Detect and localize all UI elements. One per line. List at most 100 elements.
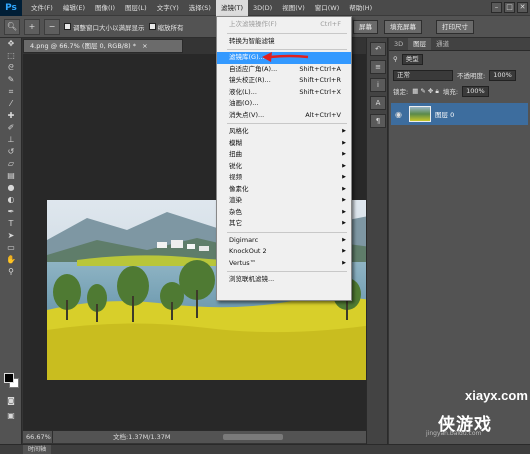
zoom-all-checkbox[interactable]: 缩放所有	[148, 22, 184, 32]
shape-tool-icon[interactable]: ▭	[2, 242, 20, 254]
menu-item-sharpen[interactable]: 锐化 ▶	[217, 161, 351, 173]
screen-button[interactable]: 屏幕	[353, 20, 378, 34]
tab-3d[interactable]: 3D	[389, 38, 408, 50]
menu-image[interactable]: 图像(I)	[90, 0, 120, 16]
menu-item-digimarc[interactable]: Digimarc ▶	[217, 235, 351, 247]
zoom-out-icon[interactable]: −	[44, 18, 60, 35]
menu-item-video[interactable]: 视频 ▶	[217, 172, 351, 184]
checkbox-box[interactable]	[64, 23, 71, 30]
menu-type[interactable]: 文字(Y)	[152, 0, 184, 16]
menu-separator	[227, 49, 347, 50]
menu-item-other[interactable]: 其它 ▶	[217, 218, 351, 230]
info-panel-icon[interactable]: i	[370, 78, 386, 92]
lock-icon[interactable]: ▦ ✎ ✥ 🔒︎	[412, 87, 439, 96]
submenu-arrow-icon: ▶	[342, 208, 346, 215]
menu-item-stylize[interactable]: 风格化 ▶	[217, 126, 351, 138]
clone-stamp-tool-icon[interactable]: ⊥	[2, 134, 20, 146]
fill-label: 填充:	[442, 88, 459, 96]
menu-item-pixelate[interactable]: 像素化 ▶	[217, 184, 351, 196]
menu-item-last-filter[interactable]: 上次滤镜操作(F) Ctrl+F	[217, 19, 351, 31]
menu-item-smart-filter[interactable]: 转换为智能滤镜	[217, 36, 351, 48]
tab-channels[interactable]: 通道	[431, 38, 454, 50]
horizontal-scrollbar[interactable]	[223, 434, 283, 440]
menu-item-lens-correction[interactable]: 镜头校正(R)... Shift+Ctrl+R	[217, 75, 351, 87]
zoom-tool-icon[interactable]: ⚲	[2, 266, 20, 278]
dodge-tool-icon[interactable]: ◐	[2, 194, 20, 206]
gradient-tool-icon[interactable]: ▤	[2, 170, 20, 182]
tab-layers[interactable]: 图层	[408, 38, 432, 50]
document-tab[interactable]: 4.png @ 66.7% (图层 0, RGB/8) * ×	[23, 39, 183, 53]
healing-brush-tool-icon[interactable]: ✚	[2, 110, 20, 122]
eraser-tool-icon[interactable]: ▱	[2, 158, 20, 170]
menu-item-label: 上次滤镜操作(F)	[229, 20, 277, 28]
menu-item-blur[interactable]: 模糊 ▶	[217, 138, 351, 150]
history-panel-icon[interactable]: ↶	[370, 42, 386, 56]
menu-file[interactable]: 文件(F)	[26, 0, 58, 16]
menu-item-noise[interactable]: 杂色 ▶	[217, 207, 351, 219]
crop-tool-icon[interactable]: ⌗	[2, 86, 20, 98]
screen-mode-icon[interactable]: ▣	[2, 410, 20, 422]
menu-help[interactable]: 帮助(H)	[344, 0, 377, 16]
close-document-icon[interactable]: ×	[142, 42, 147, 50]
menu-item-liquify[interactable]: 液化(L)... Shift+Ctrl+X	[217, 87, 351, 99]
move-tool-icon[interactable]: ✥	[2, 38, 20, 50]
layer-name[interactable]: 图层 0	[435, 109, 454, 119]
marquee-tool-icon[interactable]: ⬚	[2, 50, 20, 62]
menu-3d[interactable]: 3D(D)	[248, 0, 277, 16]
print-size-button[interactable]: 打印尺寸	[436, 20, 474, 34]
zoom-in-icon[interactable]: +	[24, 18, 40, 35]
menu-item-oil-paint[interactable]: 油画(O)...	[217, 98, 351, 110]
blend-mode-select[interactable]: 正常	[393, 69, 453, 81]
zoom-tool-icon[interactable]: 🔍︎	[4, 18, 20, 35]
menu-item-adaptive-wide-angle[interactable]: 自适应广角(A)... Shift+Ctrl+A	[217, 64, 351, 76]
timeline-tab[interactable]: 时间轴	[23, 445, 52, 454]
menu-item-label: 扭曲	[229, 150, 242, 158]
menu-item-label: 转换为智能滤镜	[229, 36, 275, 45]
resize-window-label: 调整窗口大小以满屏显示	[73, 23, 145, 32]
menu-item-distort[interactable]: 扭曲 ▶	[217, 149, 351, 161]
paragraph-panel-icon[interactable]: ¶	[370, 114, 386, 128]
blur-tool-icon[interactable]: ●	[2, 182, 20, 194]
foreground-color-swatch[interactable]	[4, 373, 14, 383]
quick-select-tool-icon[interactable]: ✎	[2, 74, 20, 86]
menu-item-render[interactable]: 渲染 ▶	[217, 195, 351, 207]
menu-edit[interactable]: 编辑(E)	[58, 0, 90, 16]
close-window-button[interactable]: ✕	[517, 2, 528, 13]
menu-window[interactable]: 窗口(W)	[310, 0, 345, 16]
restore-button[interactable]: □	[504, 2, 515, 13]
layer-row[interactable]: ◉ 图层 0	[391, 103, 528, 125]
menu-view[interactable]: 视图(V)	[277, 0, 310, 16]
brush-tool-icon[interactable]: ✐	[2, 122, 20, 134]
eyedropper-tool-icon[interactable]: ⁄	[2, 98, 20, 110]
layer-thumbnail	[409, 106, 431, 122]
kind-filter-select[interactable]: 类型	[401, 53, 423, 65]
history-brush-tool-icon[interactable]: ↺	[2, 146, 20, 158]
zoom-level[interactable]: 66.67%	[23, 431, 53, 443]
visibility-eye-icon[interactable]: ◉	[395, 110, 405, 119]
menu-filter[interactable]: 滤镜(T)	[215, 0, 248, 16]
menu-item-browse-online[interactable]: 浏览联机滤镜...	[217, 274, 351, 286]
path-select-tool-icon[interactable]: ➤	[2, 230, 20, 242]
resize-window-checkbox[interactable]: 调整窗口大小以满屏显示	[64, 22, 145, 32]
menu-item-label: 浏览联机滤镜...	[229, 275, 275, 283]
minimize-button[interactable]: –	[491, 2, 502, 13]
character-panel-icon[interactable]: A	[370, 96, 386, 110]
properties-panel-icon[interactable]: ≡	[370, 60, 386, 74]
menu-layer[interactable]: 图层(L)	[120, 0, 152, 16]
lasso-tool-icon[interactable]: ᘓ	[2, 62, 20, 74]
menu-item-label: 模糊	[229, 138, 242, 147]
pen-tool-icon[interactable]: ✒	[2, 206, 20, 218]
opacity-input[interactable]: 100%	[489, 69, 516, 81]
quick-mask-icon[interactable]: ◙	[2, 395, 20, 407]
menu-item-vanishing-point[interactable]: 消失点(V)... Alt+Ctrl+V	[217, 110, 351, 122]
menu-item-knockout[interactable]: KnockOut 2 ▶	[217, 246, 351, 258]
hand-tool-icon[interactable]: ✋	[2, 254, 20, 266]
type-tool-icon[interactable]: T	[2, 218, 20, 230]
submenu-arrow-icon: ▶	[342, 151, 346, 157]
checkbox-box[interactable]	[148, 23, 156, 30]
fill-screen-button[interactable]: 填充屏幕	[384, 20, 422, 34]
menu-select[interactable]: 选择(S)	[184, 0, 216, 16]
document-size[interactable]: 文档:1.37M/1.37M	[53, 431, 171, 443]
fill-input[interactable]: 100%	[462, 85, 489, 97]
menu-item-vertus[interactable]: Vertus™ ▶	[217, 258, 351, 270]
